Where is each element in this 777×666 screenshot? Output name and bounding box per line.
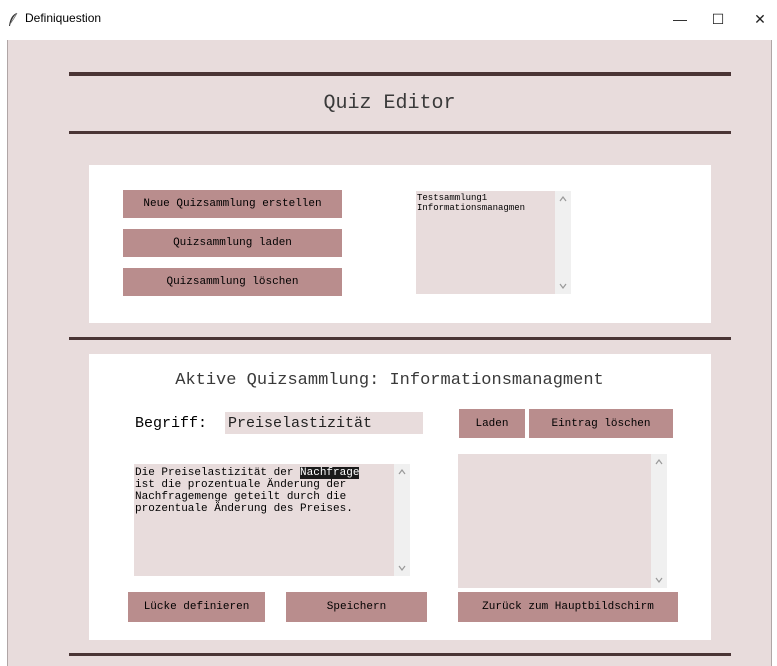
- gaps-textarea[interactable]: [458, 454, 667, 588]
- term-input[interactable]: [225, 412, 423, 434]
- section-divider: [69, 337, 731, 340]
- collection-panel: Neue Quizsammlung erstellen Quizsammlung…: [89, 165, 711, 323]
- bottom-divider: [69, 653, 731, 656]
- collection-list: Testsammlung1 Informationsmanagmen: [417, 193, 554, 213]
- chevron-up-icon[interactable]: [398, 468, 406, 476]
- title-divider: [69, 131, 731, 134]
- maximize-button[interactable]: ☐: [703, 8, 733, 30]
- top-divider: [69, 72, 731, 76]
- definition-line-2: ist die prozentuale Änderung der: [135, 479, 347, 491]
- term-label: Begriff:: [135, 415, 208, 432]
- list-item[interactable]: Informationsmanagmen: [417, 203, 554, 213]
- app-client-area: Quiz Editor Neue Quizsammlung erstellen …: [7, 40, 772, 666]
- definition-line-3: Nachfragemenge geteilt durch die: [135, 491, 347, 503]
- chevron-up-icon[interactable]: [655, 458, 663, 466]
- chevron-up-icon[interactable]: [559, 195, 567, 203]
- save-button[interactable]: Speichern: [286, 592, 427, 622]
- feather-icon: [9, 12, 18, 26]
- define-gap-button[interactable]: Lücke definieren: [128, 592, 265, 622]
- list-item[interactable]: Testsammlung1: [417, 193, 554, 203]
- close-button[interactable]: ✕: [745, 8, 775, 30]
- window-titlebar: Definiquestion — ☐ ✕: [0, 0, 777, 40]
- selected-text: Nachfrage: [300, 467, 360, 479]
- minimize-button[interactable]: —: [665, 8, 695, 30]
- close-icon: ✕: [754, 10, 766, 27]
- load-entry-button[interactable]: Laden: [459, 409, 525, 438]
- maximize-icon: ☐: [711, 10, 725, 27]
- definition-line-1: Die Preiselastizität der: [135, 467, 301, 479]
- page-title: Quiz Editor: [323, 92, 456, 115]
- chevron-down-icon[interactable]: [655, 576, 663, 584]
- collection-listbox[interactable]: Testsammlung1 Informationsmanagmen: [416, 191, 571, 294]
- delete-collection-button[interactable]: Quizsammlung löschen: [123, 268, 342, 296]
- delete-entry-button[interactable]: Eintrag löschen: [529, 409, 673, 438]
- window-title: Definiquestion: [25, 11, 102, 25]
- active-collection-title: Aktive Quizsammlung: Informationsmanagme…: [175, 371, 604, 390]
- minimize-icon: —: [673, 11, 687, 27]
- back-to-main-button[interactable]: Zurück zum Hauptbildschirm: [458, 592, 678, 622]
- collection-scrollbar[interactable]: [555, 191, 571, 294]
- definition-textarea[interactable]: Die Preiselastizität der Nachfrage ist d…: [134, 464, 410, 576]
- gaps-scrollbar[interactable]: [651, 454, 667, 588]
- definition-scrollbar[interactable]: [394, 464, 410, 576]
- chevron-down-icon[interactable]: [398, 564, 406, 572]
- definition-text: Die Preiselastizität der Nachfrage ist d…: [135, 467, 405, 515]
- definition-line-4: prozentuale Änderung des Preises.: [135, 503, 353, 515]
- load-collection-button[interactable]: Quizsammlung laden: [123, 229, 342, 257]
- new-collection-button[interactable]: Neue Quizsammlung erstellen: [123, 190, 342, 218]
- chevron-down-icon[interactable]: [559, 282, 567, 290]
